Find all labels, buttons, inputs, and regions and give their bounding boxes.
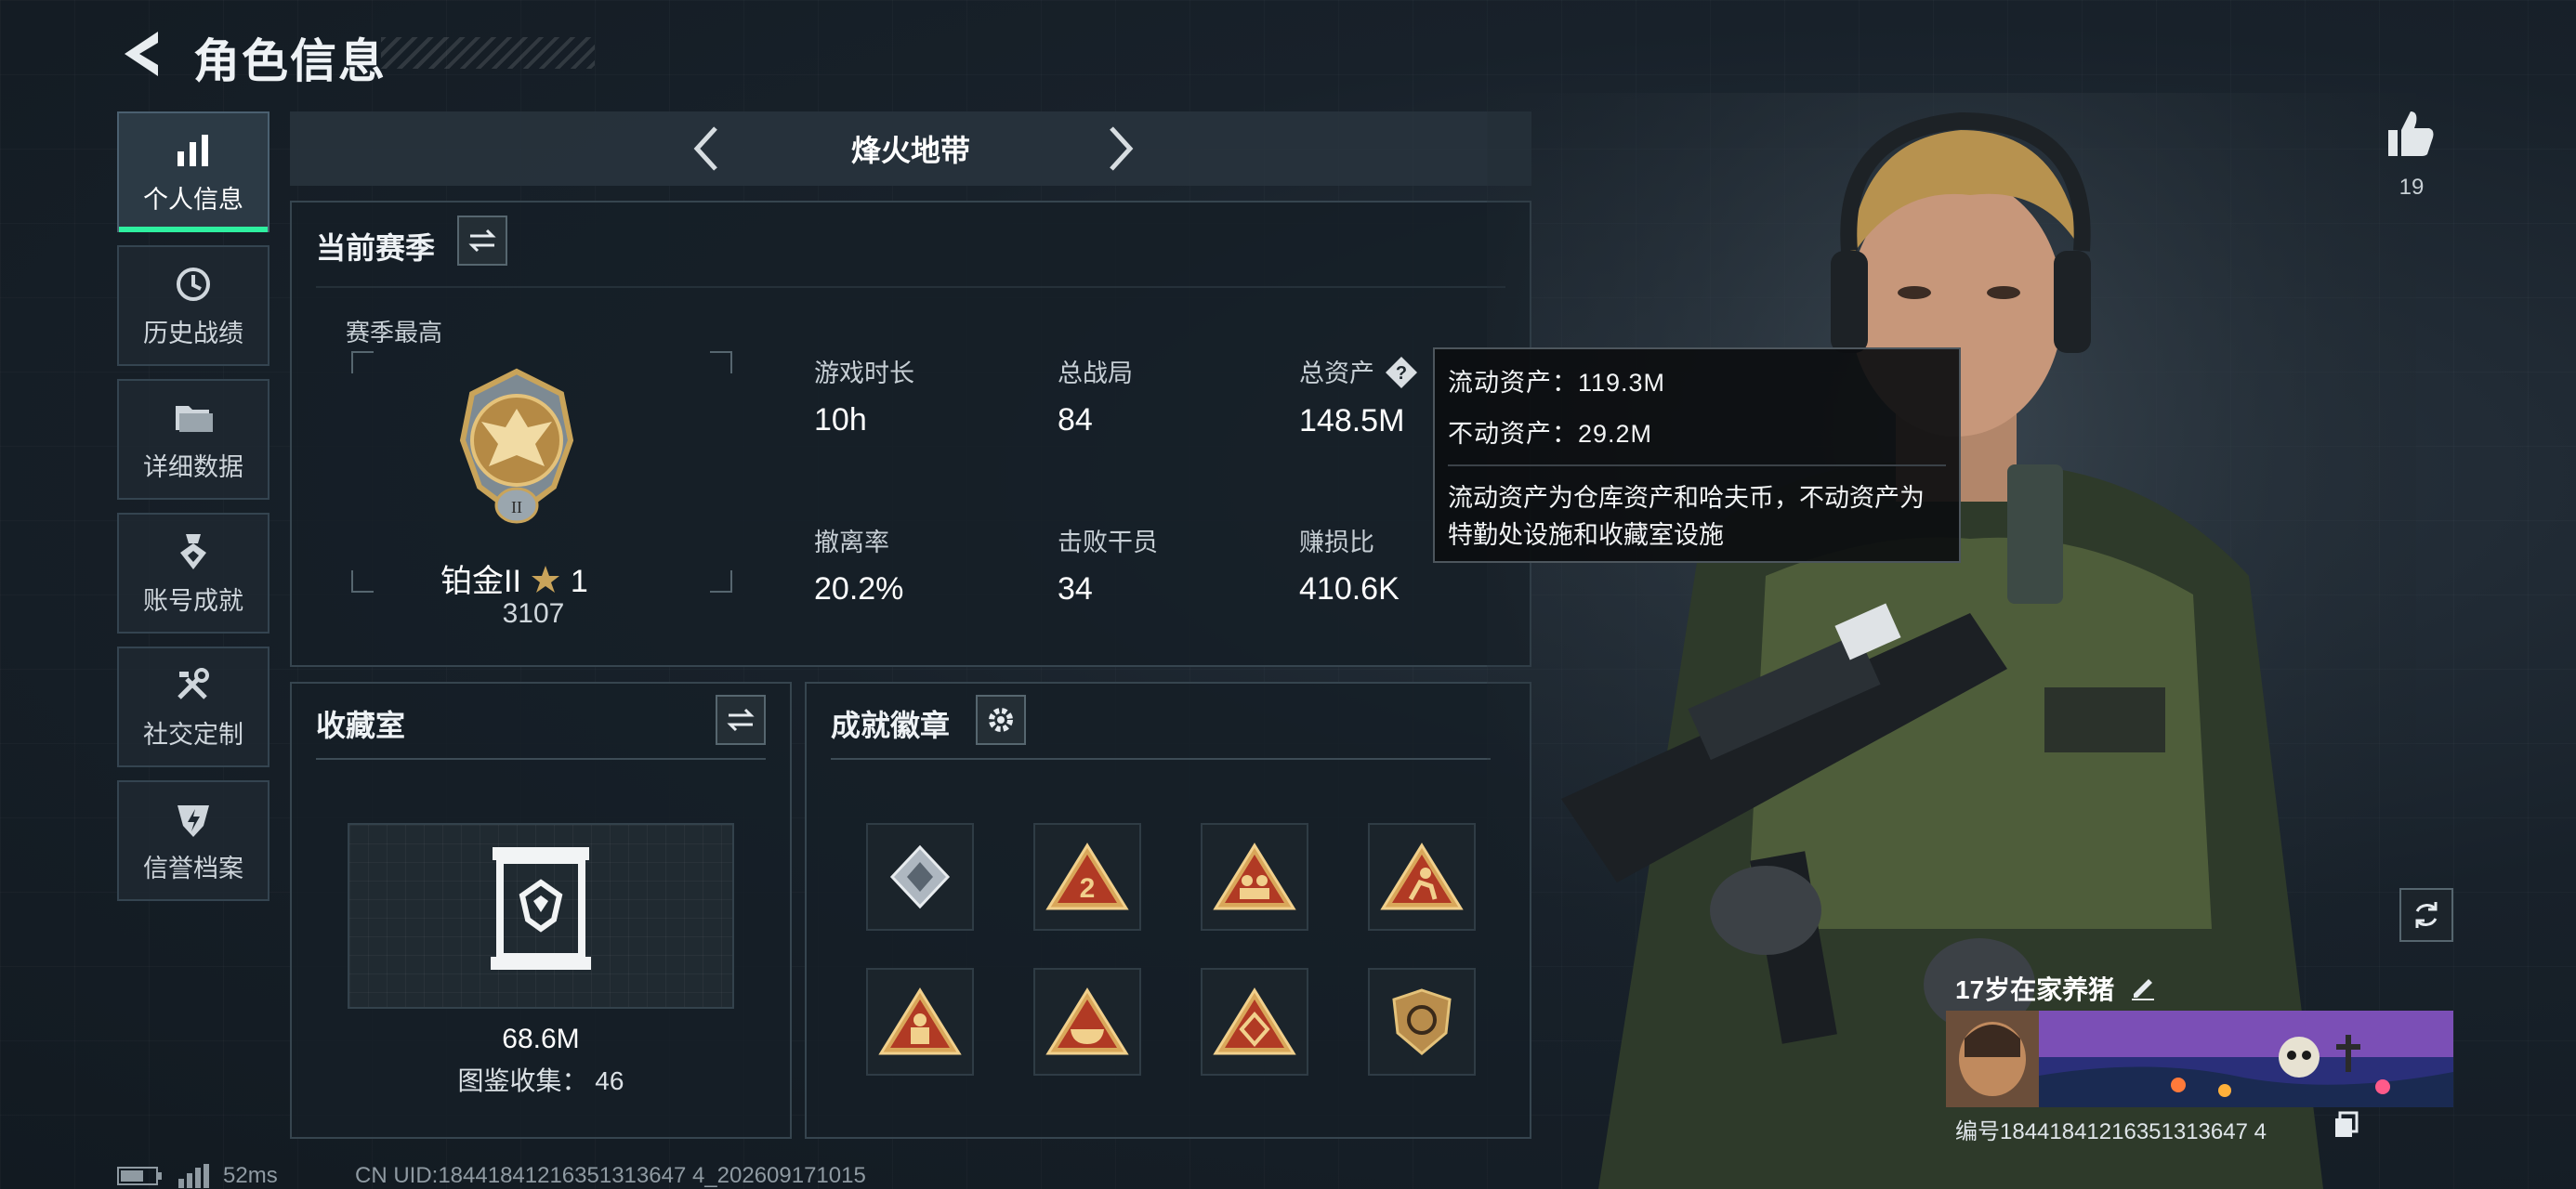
achievement-badge-1[interactable] [866,823,974,931]
refresh-icon [2415,902,2438,928]
season-title: 当前赛季 [316,231,436,265]
cube-badge-icon [889,844,951,909]
sidebar-item-label: 信誉档案 [143,854,243,882]
like-count: 19 [2399,175,2425,200]
display-case-icon [491,847,591,970]
battery-icon [117,1167,162,1185]
achievement-badge-7[interactable] [1201,968,1308,1076]
season-panel: 当前赛季 赛季最高 II 铂金II 1 3107 游戏时长 10h 总战局 84… [290,201,1531,667]
thumbs-up-icon[interactable] [2385,108,2437,160]
bowl-badge-icon [1045,987,1129,1055]
collection-count: 图鉴收集： 46 [457,1066,624,1095]
achievements-title: 成就徽章 [831,709,951,742]
collection-switch-button[interactable] [716,695,766,745]
uid-text: CN UID:18441841216351313647 4_2026091710… [355,1163,866,1188]
svg-text:II: II [511,498,522,516]
svg-text:2: 2 [1080,873,1096,904]
sidebar-item-label: 账号成就 [143,586,243,615]
tooltip-divider [1448,464,1946,466]
achievement-badge-2[interactable]: 2 [1033,823,1141,931]
medal-icon [180,533,206,569]
svg-text:?: ? [1396,363,1407,384]
team-badge-icon [1213,843,1296,910]
sidebar-item-achievements[interactable]: 账号成就 [117,513,269,634]
shield-badge-icon [1392,988,1452,1055]
bar-chart-icon [177,134,208,166]
number-two-badge-icon: 2 [1045,843,1129,910]
status-bar: 52ms [117,1163,278,1189]
copy-icon[interactable] [2333,1111,2360,1139]
chevron-right-icon[interactable] [1091,121,1147,176]
liquid-assets-label: 流动资产： [1448,369,1578,397]
stat-profit-loss-ratio: 赚损比 410.6K [1299,529,1400,607]
sidebar-item-details[interactable]: 详细数据 [117,379,269,500]
liquid-assets-value: 119.3M [1578,369,1666,397]
sidebar-item-personal-info[interactable]: 个人信息 [117,111,269,232]
sidebar-item-label: 详细数据 [143,452,243,481]
player-id: 编号18441841216351313647 4 [1955,1119,2267,1144]
sidebar-item-label: 历史战绩 [143,319,243,347]
stat-total-assets: 总资产? 148.5M [1299,353,1419,439]
edit-pencil-icon[interactable] [2128,972,2158,1001]
platinum-rank-emblem-icon: II [459,368,574,524]
star-icon [532,566,560,593]
player-banner[interactable] [1946,1011,2453,1107]
sidebar-item-label: 社交定制 [143,720,243,749]
achievement-badge-3[interactable] [1201,823,1308,931]
achievements-panel: 成就徽章 2 [805,682,1531,1139]
signal-icon [178,1164,209,1188]
folder-icon [176,405,213,432]
page-title: 角色信息 [193,35,387,87]
rank-name: 铂金II 1 [440,564,588,599]
swap-icon [727,708,755,732]
runner-badge-icon [1380,843,1464,910]
chevron-left-icon[interactable] [680,121,736,176]
divider [316,286,1505,288]
sidebar-item-history[interactable]: 历史战绩 [117,245,269,366]
stat-extraction-rate: 撤离率 20.2% [814,529,904,607]
swap-icon [468,229,496,253]
refresh-button[interactable] [2399,888,2453,942]
sidebar-item-reputation[interactable]: 信誉档案 [117,780,269,901]
fixed-assets-label: 不动资产： [1448,420,1578,448]
sidebar-item-social[interactable]: 社交定制 [117,647,269,767]
season-subtitle: 赛季最高 [346,319,443,346]
fixed-assets-value: 29.2M [1578,420,1653,448]
gear-icon [989,708,1013,732]
back-arrow-icon[interactable] [117,26,165,82]
map-selector: 烽火地带 [290,111,1531,186]
soldier-badge-icon [878,987,962,1055]
tools-icon [177,667,209,699]
stat-total-matches: 总战局 84 [1058,359,1133,438]
stat-play-time: 游戏时长 10h [814,359,914,438]
help-icon[interactable]: ? [1384,355,1419,390]
map-name: 烽火地带 [850,134,970,167]
history-clock-icon [177,267,210,301]
diamond-badge-icon [1213,987,1296,1055]
sidebar: 个人信息 历史战绩 详细数据 账号成就 社交定制 信誉档案 [117,111,269,914]
sidebar-item-label: 个人信息 [143,185,243,214]
ping-value: 52ms [223,1163,278,1188]
shield-bolt-icon [177,804,209,837]
achievement-badge-5[interactable] [866,968,974,1076]
divider [316,758,766,760]
collection-title: 收藏室 [316,709,406,742]
collection-value: 68.6M [502,1024,580,1054]
stat-operators-defeated: 击败干员 34 [1058,529,1158,607]
achievement-badge-4[interactable] [1368,823,1476,931]
achievement-badge-6[interactable] [1033,968,1141,1076]
season-switch-button[interactable] [457,216,507,266]
rank-score: 3107 [502,598,565,629]
collection-panel: 收藏室 68.6M 图鉴收集： 46 [290,682,792,1139]
divider [831,758,1491,760]
title-decoration [381,37,595,69]
assets-tooltip: 流动资产：119.3M 不动资产：29.2M 流动资产为仓库资产和哈夫币，不动资… [1433,347,1961,563]
achievements-settings-button[interactable] [976,695,1026,745]
achievement-badge-8[interactable] [1368,968,1476,1076]
tooltip-description: 流动资产为仓库资产和哈夫币，不动资产为特勤处设施和收藏室设施 [1448,484,1925,549]
player-name: 17岁在家养猪 [1955,975,2115,1004]
